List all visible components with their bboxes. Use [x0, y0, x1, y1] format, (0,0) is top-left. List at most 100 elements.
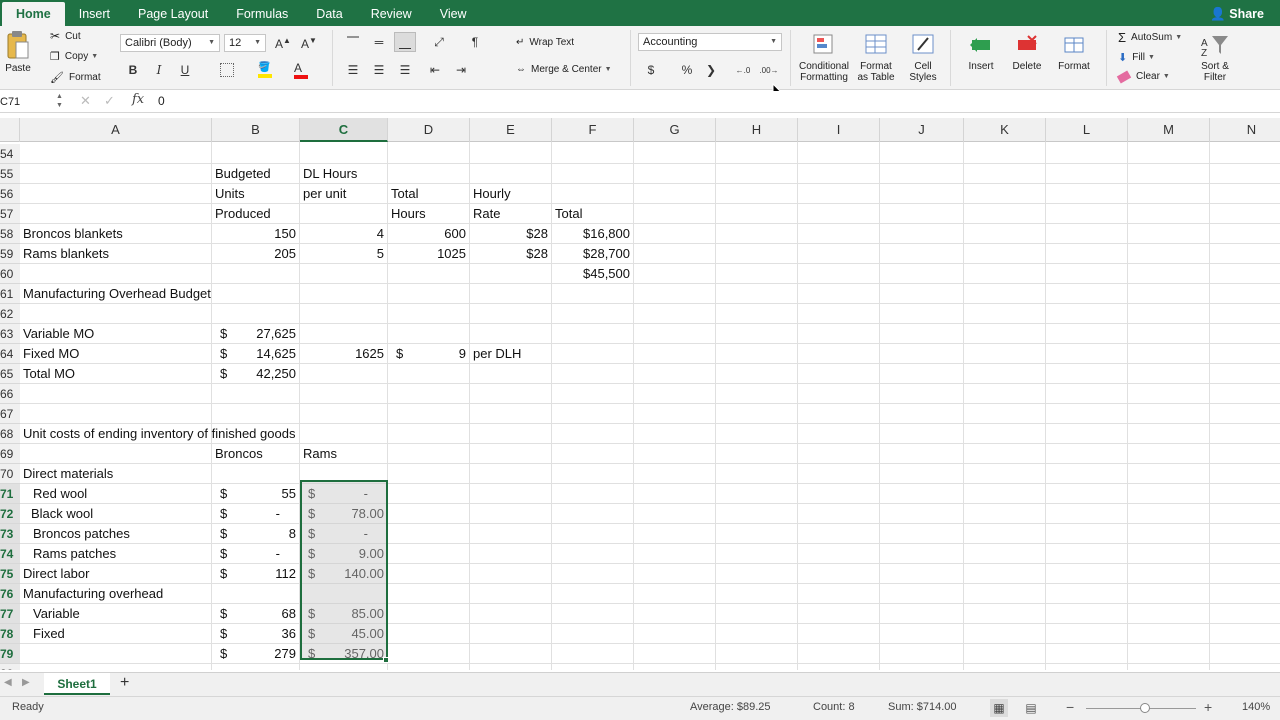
row-header-80[interactable]: 80	[0, 664, 20, 670]
sheet-tab-sheet1[interactable]: Sheet1	[44, 673, 110, 695]
row-header-65[interactable]: 65	[0, 364, 20, 384]
insert-function-button[interactable]: fx	[132, 92, 144, 107]
column-header-a[interactable]: A	[20, 118, 212, 142]
cell-a71[interactable]: Red wool	[30, 484, 90, 504]
bold-button[interactable]: B	[122, 60, 144, 80]
tab-data[interactable]: Data	[302, 0, 356, 26]
row-header-76[interactable]: 76	[0, 584, 20, 604]
cell-a76[interactable]: Manufacturing overhead	[20, 584, 166, 604]
cell-d57[interactable]: Hours	[388, 204, 429, 224]
cell-a78[interactable]: Fixed	[30, 624, 68, 644]
cell-a63[interactable]: Variable MO	[20, 324, 97, 344]
row-header-70[interactable]: 70	[0, 464, 20, 484]
font-color-button[interactable]: A	[290, 60, 312, 80]
column-header-k[interactable]: K	[964, 118, 1046, 142]
cell-c56[interactable]: per unit	[300, 184, 349, 204]
row-header-57[interactable]: 57	[0, 204, 20, 224]
cut-button[interactable]: ✂ Cut	[50, 29, 81, 43]
column-header-l[interactable]: L	[1046, 118, 1128, 142]
row-header-63[interactable]: 63	[0, 324, 20, 344]
cell-e64[interactable]: per DLH	[470, 344, 524, 364]
increase-font-button[interactable]: A▲	[272, 33, 294, 53]
cell-a70[interactable]: Direct materials	[20, 464, 116, 484]
insert-cells-button[interactable]: Insert	[960, 32, 1002, 72]
tab-view[interactable]: View	[426, 0, 481, 26]
font-size-select[interactable]: 12 ▼	[224, 34, 266, 52]
name-box-stepper-icon[interactable]: ▲ ▼	[56, 92, 63, 110]
spreadsheet-grid[interactable]: ABCDEFGHIJKLMN 54 55 56 57 58 59 60 61 62 63 64 65 6…	[0, 118, 1280, 670]
column-header-g[interactable]: G	[634, 118, 716, 142]
cell-a74[interactable]: Rams patches	[30, 544, 119, 564]
cell-a75[interactable]: Direct labor	[20, 564, 92, 584]
cancel-icon[interactable]: ✕	[80, 93, 91, 109]
decrease-font-button[interactable]: A▼	[298, 33, 320, 53]
tab-review[interactable]: Review	[357, 0, 426, 26]
cell-f58[interactable]: $16,800	[552, 224, 634, 244]
borders-button[interactable]	[216, 60, 238, 80]
cell-a59[interactable]: Rams blankets	[20, 244, 112, 264]
tab-page-layout[interactable]: Page Layout	[124, 0, 222, 26]
column-header-e[interactable]: E	[470, 118, 552, 142]
row-header-68[interactable]: 68	[0, 424, 20, 444]
cell-f60[interactable]: $45,500	[552, 264, 634, 284]
merge-center-button[interactable]: ⇔ Merge & Center ▼	[516, 64, 612, 75]
cell-a77[interactable]: Variable	[30, 604, 83, 624]
italic-button[interactable]: I	[148, 60, 170, 80]
cell-e56[interactable]: Hourly	[470, 184, 514, 204]
fill-color-button[interactable]: 🪣	[254, 60, 276, 80]
row-header-67[interactable]: 67	[0, 404, 20, 424]
row-header-73[interactable]: 73	[0, 524, 20, 544]
row-header-64[interactable]: 64	[0, 344, 20, 364]
row-header-58[interactable]: 58	[0, 224, 20, 244]
cell-d59[interactable]: 1025	[388, 244, 470, 264]
row-header-55[interactable]: 55	[0, 164, 20, 184]
sort-filter-button[interactable]: AZ Sort & Filter	[1194, 32, 1236, 83]
zoom-slider-thumb[interactable]	[1140, 703, 1150, 713]
column-header-c[interactable]: C	[300, 118, 388, 142]
cell-a68[interactable]: Unit costs of ending inventory of finish…	[20, 424, 298, 444]
zoom-in-button[interactable]: +	[1204, 699, 1212, 715]
underline-button[interactable]: U	[174, 60, 196, 80]
column-header-j[interactable]: J	[880, 118, 964, 142]
row-header-79[interactable]: 79	[0, 644, 20, 664]
cell-b58[interactable]: 150	[212, 224, 300, 244]
cell-e59[interactable]: $28	[470, 244, 552, 264]
row-header-78[interactable]: 78	[0, 624, 20, 644]
cell-a64[interactable]: Fixed MO	[20, 344, 82, 364]
autosum-button[interactable]: Σ AutoSum ▼	[1118, 30, 1182, 45]
format-as-table-button[interactable]: Format as Table	[852, 32, 900, 83]
cell-a73[interactable]: Broncos patches	[30, 524, 133, 544]
paragraph-direction-button[interactable]: ¶	[464, 32, 486, 52]
cell-e57[interactable]: Rate	[470, 204, 503, 224]
row-header-54[interactable]: 54	[0, 144, 20, 164]
column-header-d[interactable]: D	[388, 118, 470, 142]
align-right-button[interactable]: ☰	[394, 60, 416, 80]
cell-a58[interactable]: Broncos blankets	[20, 224, 126, 244]
column-header-m[interactable]: M	[1128, 118, 1210, 142]
row-header-66[interactable]: 66	[0, 384, 20, 404]
align-center-button[interactable]: ☰	[368, 60, 390, 80]
normal-view-icon[interactable]: ▦	[990, 699, 1008, 717]
paste-button[interactable]: Paste	[4, 30, 32, 74]
row-header-77[interactable]: 77	[0, 604, 20, 624]
zoom-out-button[interactable]: −	[1066, 699, 1074, 715]
cell-c55[interactable]: DL Hours	[300, 164, 360, 184]
format-painter-button[interactable]: 🖌 Format	[50, 71, 101, 84]
cell-d58[interactable]: 600	[388, 224, 470, 244]
row-header-69[interactable]: 69	[0, 444, 20, 464]
cell-c64[interactable]: 1625	[300, 344, 388, 364]
cell-styles-button[interactable]: Cell Styles	[902, 32, 944, 83]
enter-check-icon[interactable]: ✓	[104, 93, 115, 109]
increase-indent-button[interactable]: ⇥	[450, 60, 472, 80]
formula-input[interactable]: 0	[158, 94, 165, 108]
cell-b56[interactable]: Units	[212, 184, 248, 204]
fill-button[interactable]: ⬇ Fill ▼	[1118, 51, 1155, 64]
decrease-indent-button[interactable]: ⇤	[424, 60, 446, 80]
comma-style-button[interactable]: ❯	[700, 60, 722, 80]
cell-b55[interactable]: Budgeted	[212, 164, 274, 184]
page-layout-view-icon[interactable]: ▤	[1022, 699, 1040, 717]
scroll-right-icon[interactable]: ▶	[22, 677, 30, 688]
fill-handle[interactable]	[383, 657, 389, 663]
scroll-left-icon[interactable]: ◀	[4, 677, 12, 688]
row-header-74[interactable]: 74	[0, 544, 20, 564]
